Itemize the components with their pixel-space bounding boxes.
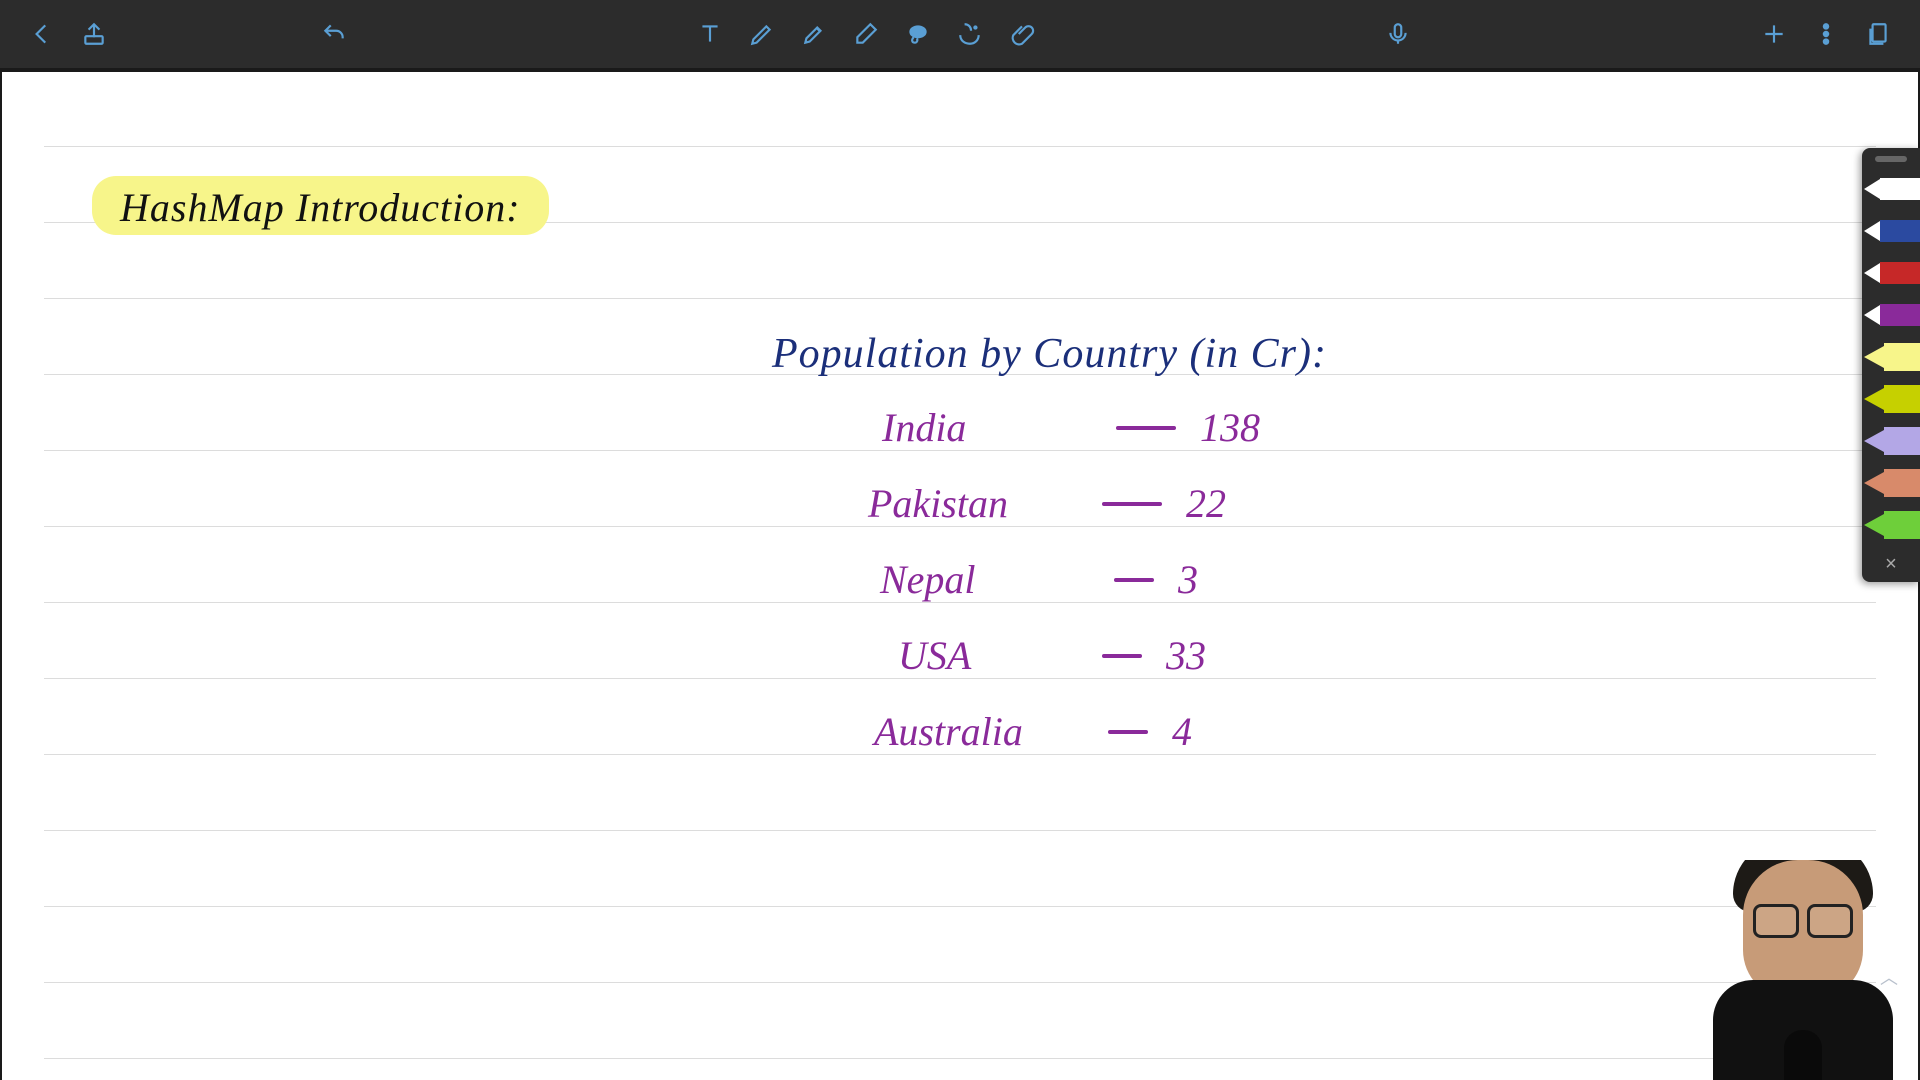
row-india: India 138 — [882, 404, 1260, 451]
note-title: HashMap Introduction: — [120, 185, 521, 230]
share-button[interactable] — [72, 12, 116, 56]
row-value: 138 — [1200, 404, 1260, 451]
highlighter-lime[interactable] — [1862, 378, 1920, 420]
highlighter-tool-button[interactable] — [792, 12, 836, 56]
row-value: 22 — [1186, 480, 1226, 527]
row-value: 33 — [1166, 632, 1206, 679]
presenter-webcam — [1698, 860, 1908, 1080]
row-dash — [1114, 578, 1154, 582]
pen-white[interactable] — [1862, 168, 1920, 210]
row-dash — [1108, 730, 1148, 734]
shape-tool-button[interactable] — [948, 12, 992, 56]
more-button[interactable] — [1804, 12, 1848, 56]
pages-button[interactable] — [1856, 12, 1900, 56]
undo-button[interactable] — [312, 12, 356, 56]
row-dash — [1116, 426, 1176, 430]
pen-tool-button[interactable] — [740, 12, 784, 56]
pen-red[interactable] — [1862, 252, 1920, 294]
row-australia: Australia 4 — [874, 708, 1192, 755]
pen-blue[interactable] — [1862, 210, 1920, 252]
row-key: Nepal — [880, 556, 1090, 603]
highlighter-lavender[interactable] — [1862, 420, 1920, 462]
row-value: 4 — [1172, 708, 1192, 755]
row-dash — [1102, 654, 1142, 658]
text-tool-button[interactable] — [688, 12, 732, 56]
highlighter-green[interactable] — [1862, 504, 1920, 546]
row-usa: USA 33 — [898, 632, 1206, 679]
back-button[interactable] — [20, 12, 64, 56]
row-key: Australia — [874, 708, 1084, 755]
row-key: India — [882, 404, 1092, 451]
pen-palette[interactable]: × — [1862, 148, 1920, 582]
population-header: Population by Country (in Cr): — [772, 330, 1327, 378]
mic-button[interactable] — [1376, 12, 1420, 56]
pen-purple[interactable] — [1862, 294, 1920, 336]
row-nepal: Nepal 3 — [880, 556, 1198, 603]
row-key: USA — [898, 632, 1078, 679]
lasso-tool-button[interactable] — [896, 12, 940, 56]
add-button[interactable] — [1752, 12, 1796, 56]
top-toolbar — [0, 0, 1920, 68]
row-dash — [1102, 502, 1162, 506]
eraser-tool-button[interactable] — [844, 12, 888, 56]
palette-drag-handle[interactable] — [1875, 156, 1907, 162]
note-page[interactable]: HashMap Introduction: Population by Coun… — [2, 72, 1918, 1080]
palette-close-button[interactable]: × — [1862, 546, 1920, 582]
row-pakistan: Pakistan 22 — [868, 480, 1226, 527]
row-value: 3 — [1178, 556, 1198, 603]
title-highlight: HashMap Introduction: — [92, 176, 549, 235]
canvas-area[interactable]: HashMap Introduction: Population by Coun… — [0, 68, 1920, 1080]
row-key: Pakistan — [868, 480, 1078, 527]
highlighter-yellow[interactable] — [1862, 336, 1920, 378]
attachment-tool-button[interactable] — [1000, 12, 1044, 56]
highlighter-orange[interactable] — [1862, 462, 1920, 504]
